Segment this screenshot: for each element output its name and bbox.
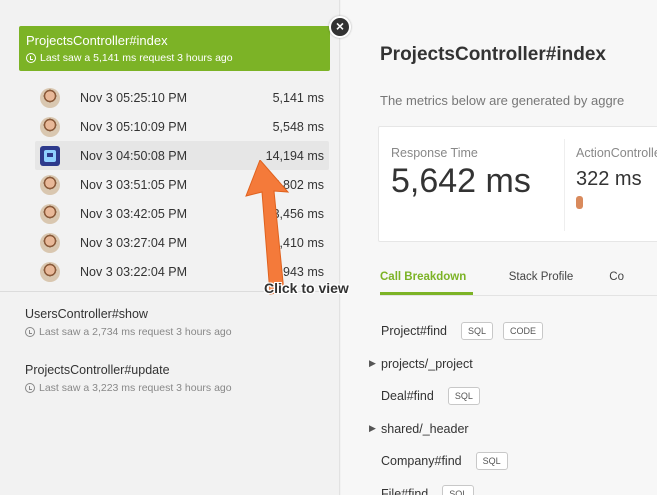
tab-call-breakdown[interactable]: Call Breakdown <box>380 268 473 295</box>
endpoint-subtitle: Last saw a 3,223 ms request 3 hours ago <box>25 382 232 394</box>
page-title: ProjectsController#index <box>380 44 606 65</box>
call-name: shared/_header <box>381 421 469 436</box>
metric-label: ActionControlle <box>576 146 657 160</box>
response-time-metric: Response Time 5,642 ms <box>391 146 531 201</box>
call-name: Deal#find <box>381 389 434 404</box>
metric-label: Response Time <box>391 146 478 160</box>
active-endpoint-subtitle-text: Last saw a 5,141 ms request 3 hours ago <box>40 52 233 64</box>
clock-icon <box>25 383 35 393</box>
avatar <box>40 232 60 253</box>
request-time: Nov 3 03:42:05 PM <box>80 206 188 221</box>
call-row[interactable]: ▶ projects/_project <box>369 348 657 381</box>
expand-triangle-icon[interactable]: ▶ <box>369 358 381 369</box>
request-time: Nov 3 05:25:10 PM <box>80 90 188 105</box>
request-row[interactable]: Nov 3 05:10:09 PM 5,548 ms <box>35 112 329 141</box>
call-name: Project#find <box>381 324 448 339</box>
tab-stack-profile[interactable]: Stack Profile <box>509 268 574 295</box>
expand-triangle-icon[interactable]: ▶ <box>369 423 381 434</box>
page-description: The metrics below are generated by aggre <box>380 93 625 108</box>
call-name: Company#find <box>381 454 462 469</box>
code-tag[interactable]: CODE <box>503 322 544 341</box>
endpoint-detail: ProjectsController#index The metrics bel… <box>341 0 657 495</box>
active-endpoint-subtitle: Last saw a 5,141 ms request 3 hours ago <box>26 52 323 64</box>
call-row[interactable]: Project#find SQL CODE <box>369 315 657 348</box>
clock-icon <box>26 53 36 63</box>
endpoint-item-projects-update[interactable]: ProjectsController#update Last saw a 3,2… <box>25 363 232 394</box>
sql-tag[interactable]: SQL <box>475 452 508 471</box>
annotation-arrow-icon <box>245 160 290 295</box>
request-duration: 5,141 ms <box>272 90 324 105</box>
annotation-label: Click to view <box>264 280 349 296</box>
call-row[interactable]: ▶ shared/_header <box>369 413 657 446</box>
avatar <box>40 116 60 137</box>
avatar <box>40 203 60 224</box>
detail-tabs: Call Breakdown Stack Profile Co <box>380 268 657 296</box>
metric-value: 322 ms <box>576 168 642 190</box>
metric-value: 5,642 ms <box>391 162 531 200</box>
metric-color-bar <box>576 196 583 209</box>
request-time: Nov 3 03:51:05 PM <box>80 177 188 192</box>
call-row[interactable]: Deal#find SQL <box>369 380 657 413</box>
call-name: File#find <box>381 486 429 495</box>
endpoint-name: ProjectsController#update <box>25 363 170 377</box>
request-time: Nov 3 05:10:09 PM <box>80 119 188 134</box>
active-endpoint-title: ProjectsController#index <box>26 33 168 48</box>
metrics-card: Response Time 5,642 ms ActionControlle 3… <box>378 126 657 242</box>
tab-co[interactable]: Co <box>609 268 624 295</box>
request-row[interactable]: Nov 3 05:25:10 PM 5,141 ms <box>35 83 329 112</box>
endpoint-name: UsersController#show <box>25 307 148 321</box>
close-button[interactable]: × <box>329 16 351 38</box>
call-row[interactable]: File#find SQL <box>369 478 657 495</box>
avatar <box>40 174 60 195</box>
request-time: Nov 3 03:22:04 PM <box>80 264 188 279</box>
request-time: Nov 3 03:27:04 PM <box>80 235 188 250</box>
sql-tag[interactable]: SQL <box>461 322 494 341</box>
action-controller-metric: ActionControlle 322 ms <box>576 146 657 209</box>
avatar <box>40 145 60 166</box>
endpoint-subtitle: Last saw a 2,734 ms request 3 hours ago <box>25 326 232 338</box>
avatar <box>40 87 60 108</box>
call-breakdown-list: Project#find SQL CODE ▶ projects/_projec… <box>369 315 657 495</box>
call-name: projects/_project <box>381 356 473 371</box>
sql-tag[interactable]: SQL <box>447 387 480 406</box>
sql-tag[interactable]: SQL <box>442 484 475 495</box>
call-row[interactable]: Company#find SQL <box>369 445 657 478</box>
endpoint-item-users-show[interactable]: UsersController#show Last saw a 2,734 ms… <box>25 307 232 338</box>
avatar <box>40 261 60 282</box>
endpoint-subtitle-text: Last saw a 2,734 ms request 3 hours ago <box>39 326 232 338</box>
request-duration: 5,548 ms <box>272 119 324 134</box>
endpoint-subtitle-text: Last saw a 3,223 ms request 3 hours ago <box>39 382 232 394</box>
active-endpoint[interactable]: ProjectsController#index Last saw a 5,14… <box>19 26 330 71</box>
metric-divider <box>564 139 565 231</box>
clock-icon <box>25 327 35 337</box>
request-time: Nov 3 04:50:08 PM <box>80 148 188 163</box>
